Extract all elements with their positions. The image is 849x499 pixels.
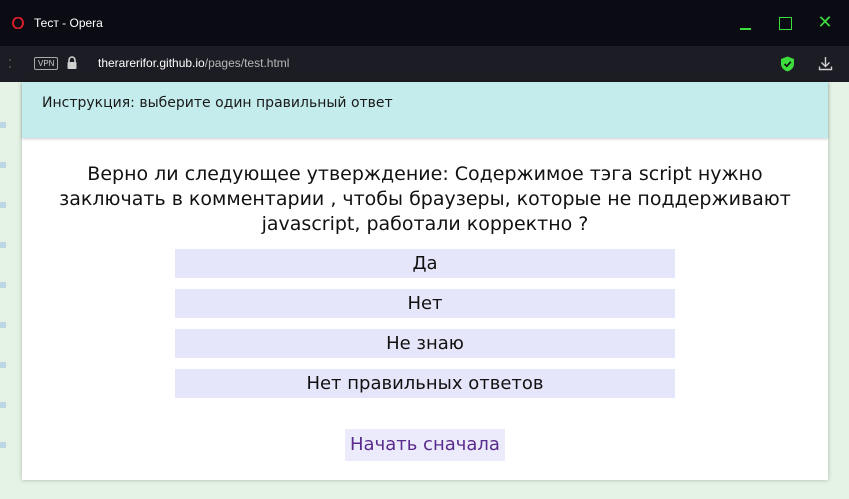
answer-option[interactable]: Нет правильных ответов: [175, 369, 675, 398]
restart-button[interactable]: Начать сначала: [345, 429, 505, 461]
minimize-icon[interactable]: [734, 12, 756, 34]
download-icon[interactable]: [818, 56, 833, 71]
opera-icon: [12, 17, 24, 29]
background-stub: [0, 442, 6, 448]
address-bar: VPN therarerifor.github.io/pages/test.ht…: [0, 46, 849, 82]
url-field[interactable]: therarerifor.github.io/pages/test.html: [98, 56, 289, 70]
window-title: Тест - Opera: [34, 16, 103, 30]
answer-option[interactable]: Да: [175, 249, 675, 278]
close-icon[interactable]: ✕: [814, 12, 836, 34]
url-host: therarerifor.github.io: [98, 56, 205, 70]
background-stub: [0, 402, 6, 408]
sidebar-handle-icon[interactable]: [8, 57, 12, 71]
background-stub: [0, 122, 6, 128]
answer-option[interactable]: Нет: [175, 289, 675, 318]
background-stub: [0, 202, 6, 208]
title-bar: Тест - Opera ✕: [0, 0, 849, 46]
instruction-text: Инструкция: выберите один правильный отв…: [42, 95, 393, 111]
background-stub: [0, 322, 6, 328]
background-stub: [0, 162, 6, 168]
instruction-banner: Инструкция: выберите один правильный отв…: [22, 82, 828, 138]
vpn-badge[interactable]: VPN: [34, 57, 59, 70]
url-path: /pages/test.html: [204, 56, 290, 70]
shield-check-icon[interactable]: [780, 56, 795, 72]
quiz-card: Инструкция: выберите один правильный отв…: [22, 82, 828, 480]
lock-icon[interactable]: [66, 56, 78, 70]
maximize-icon[interactable]: [774, 12, 796, 34]
answer-option[interactable]: Не знаю: [175, 329, 675, 358]
question-text: Верно ли следующее утверждение: Содержим…: [59, 163, 791, 235]
background-stub: [0, 282, 6, 288]
background-stub: [0, 242, 6, 248]
background-stub: [0, 362, 6, 368]
